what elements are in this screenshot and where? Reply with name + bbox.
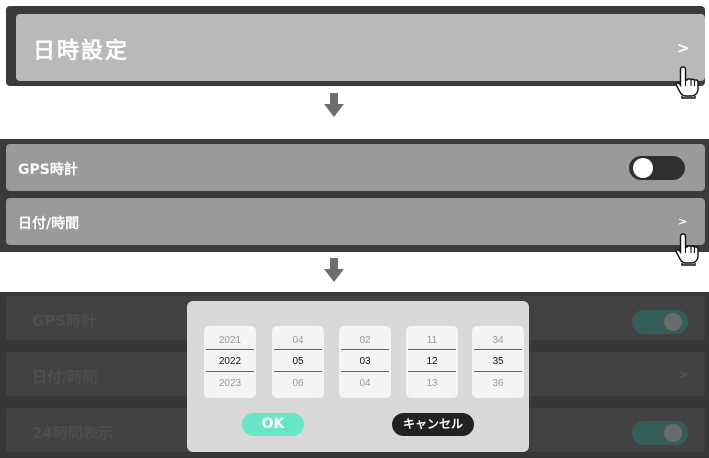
toggle-knob xyxy=(633,158,653,178)
selection-line xyxy=(408,349,456,350)
picker-current-value[interactable]: 05 xyxy=(272,356,324,367)
chevron-right-icon: > xyxy=(677,39,690,57)
year-picker-column[interactable]: 2021 2022 2023 xyxy=(204,326,256,398)
selection-line xyxy=(474,349,522,350)
date-time-row[interactable] xyxy=(6,198,705,245)
gps-clock-label-dimmed: GPS時計 xyxy=(32,312,97,330)
selection-line xyxy=(274,371,322,372)
picker-current-value[interactable]: 03 xyxy=(339,356,391,367)
picker-next-value[interactable]: 06 xyxy=(272,378,324,389)
24h-display-label-dimmed: 24時間表示 xyxy=(32,424,113,442)
picker-prev-value[interactable]: 04 xyxy=(272,335,324,346)
gps-clock-row[interactable] xyxy=(6,144,705,191)
hand-pointer-icon xyxy=(675,66,699,99)
picker-next-value[interactable]: 36 xyxy=(472,378,524,389)
toggle-knob xyxy=(664,424,682,442)
selection-line xyxy=(206,371,254,372)
gps-clock-label: GPS時計 xyxy=(18,162,78,178)
picker-current-value[interactable]: 2022 xyxy=(204,356,256,367)
picker-next-value[interactable]: 13 xyxy=(406,378,458,389)
ok-button[interactable]: OK xyxy=(242,413,304,436)
gps-clock-toggle-dimmed xyxy=(632,310,688,334)
picker-prev-value[interactable]: 34 xyxy=(472,335,524,346)
toggle-knob xyxy=(664,313,682,331)
picker-next-value[interactable]: 04 xyxy=(339,378,391,389)
cancel-button[interactable]: キャンセル xyxy=(392,413,474,436)
picker-prev-value[interactable]: 02 xyxy=(339,335,391,346)
datetime-settings-title: 日時設定 xyxy=(33,39,130,64)
hour-picker-column[interactable]: 11 12 13 xyxy=(406,326,458,398)
chevron-right-icon: > xyxy=(678,215,688,228)
picker-current-value[interactable]: 12 xyxy=(406,356,458,367)
selection-line xyxy=(341,371,389,372)
selection-line xyxy=(206,349,254,350)
selection-line xyxy=(341,349,389,350)
hand-pointer-icon xyxy=(675,233,699,266)
date-time-label-dimmed: 日付/時間 xyxy=(32,368,98,386)
date-time-picker-dialog: 2021 2022 2023 04 05 06 02 03 04 11 12 1… xyxy=(187,301,529,452)
selection-line xyxy=(408,371,456,372)
chevron-right-icon: > xyxy=(679,368,689,381)
picker-current-value[interactable]: 35 xyxy=(472,356,524,367)
month-picker-column[interactable]: 04 05 06 xyxy=(272,326,324,398)
down-arrow-icon xyxy=(324,258,344,282)
minute-picker-column[interactable]: 34 35 36 xyxy=(472,326,524,398)
selection-line xyxy=(474,371,522,372)
picker-prev-value[interactable]: 2021 xyxy=(204,335,256,346)
picker-prev-value[interactable]: 11 xyxy=(406,335,458,346)
gps-clock-toggle[interactable] xyxy=(629,156,685,180)
selection-line xyxy=(274,349,322,350)
picker-next-value[interactable]: 2023 xyxy=(204,378,256,389)
24h-display-toggle-dimmed xyxy=(632,421,688,445)
date-time-label: 日付/時間 xyxy=(18,216,80,232)
down-arrow-icon xyxy=(324,93,344,117)
day-picker-column[interactable]: 02 03 04 xyxy=(339,326,391,398)
